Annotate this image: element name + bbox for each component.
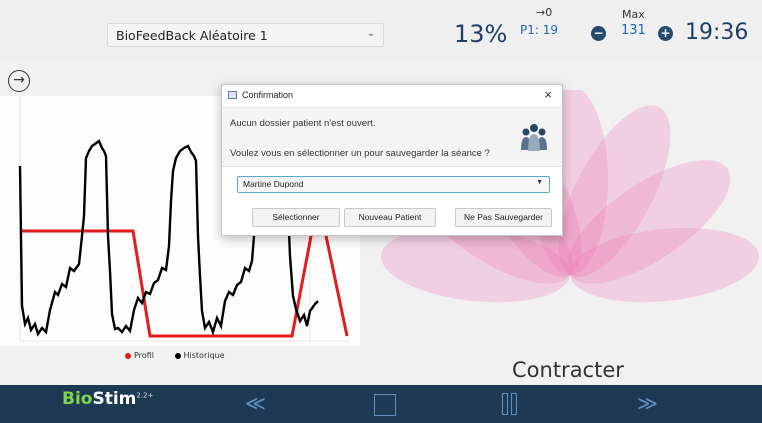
new-patient-button[interactable]: Nouveau Patient: [344, 208, 436, 227]
profile-line: [20, 229, 349, 338]
increase-max-button[interactable]: +: [658, 26, 673, 41]
next-arrow-icon[interactable]: →: [8, 70, 30, 92]
pause-icon: [511, 393, 517, 415]
program-select-label: BioFeedBack Aléatoire 1: [116, 28, 268, 43]
forward-button[interactable]: ≫: [637, 391, 658, 417]
window-icon: [228, 91, 237, 99]
patient-select[interactable]: Martine Dupond ▼: [237, 176, 550, 193]
clock: 19:36: [685, 20, 749, 45]
stop-button[interactable]: [374, 394, 396, 416]
intensity-percentage: 13%: [454, 20, 508, 48]
reset-zero-label: →0: [536, 6, 553, 19]
legend-item-historique: Historique: [174, 351, 225, 360]
dialog-message-line2: Voulez vous en sélectionner un pour sauv…: [230, 148, 490, 159]
biostim-logo: BioStim2.2+: [62, 389, 154, 409]
pause-icon: [502, 393, 508, 415]
chart-legend: Profil Historique: [125, 351, 225, 360]
select-button[interactable]: Sélectionner: [252, 208, 340, 227]
confirmation-dialog: Confirmation × Aucun dossier patient n'e…: [221, 84, 563, 236]
p1-value: P1: 19: [520, 23, 558, 37]
dialog-message-area: Aucun dossier patient n'est ouvert. Voul…: [222, 107, 562, 167]
exercise-instruction: Contracter: [512, 358, 624, 382]
pause-button[interactable]: [502, 393, 522, 417]
decrease-max-button[interactable]: −: [591, 26, 606, 41]
rewind-button[interactable]: ≪: [245, 391, 266, 417]
dialog-message-line1: Aucun dossier patient n'est ouvert.: [230, 118, 376, 129]
program-select[interactable]: BioFeedBack Aléatoire 1 ⌄: [107, 23, 384, 47]
chevron-down-icon: ▼: [536, 179, 543, 186]
legend-dot-profil: [125, 352, 131, 359]
max-value: 131: [621, 23, 646, 38]
dialog-title: Confirmation: [242, 90, 294, 100]
legend-dot-historique: [174, 352, 181, 359]
chevron-down-icon: ⌄: [366, 28, 375, 39]
patient-select-value: Martine Dupond: [243, 179, 304, 189]
forward-icon: ≫: [637, 391, 658, 415]
max-label: Max: [622, 8, 645, 21]
close-icon[interactable]: ×: [544, 87, 552, 102]
do-not-save-button[interactable]: Ne Pas Sauvegarder: [455, 208, 552, 227]
rewind-icon: ≪: [245, 391, 266, 415]
patients-icon: [521, 124, 547, 151]
legend-item-profil: Profil: [125, 351, 157, 360]
